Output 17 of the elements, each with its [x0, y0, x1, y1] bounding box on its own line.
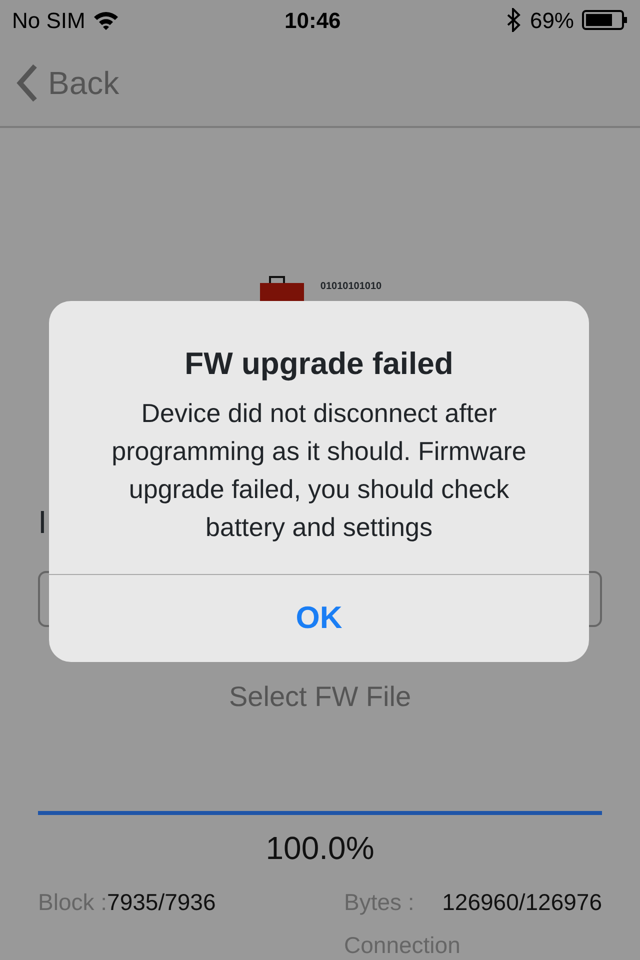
alert-message: Device did not disconnect after programming as it should. Firmware upgrade failed, you should check battery and settings [110, 396, 528, 544]
battery-percent: 69% [530, 6, 574, 34]
carrier-text: No SIM [12, 6, 86, 34]
bluetooth-icon [506, 8, 522, 32]
progress-percent: 100.0% [264, 829, 376, 867]
wifi-icon [93, 10, 120, 30]
clock-text: 10:46 [284, 6, 341, 34]
info-label: I [38, 503, 47, 542]
back-chevron-icon[interactable] [16, 64, 38, 102]
ok-button[interactable]: OK [49, 574, 589, 662]
binary-caption: 01010101010 [320, 280, 382, 294]
back-button[interactable]: Back [16, 59, 120, 107]
battery-icon [582, 10, 628, 30]
stat-value: 7935/7936 [107, 888, 216, 917]
select-file-button[interactable]: Select FW File [228, 677, 412, 717]
stat-value: 126960/126976 [442, 888, 602, 917]
alert-title: FW upgrade failed [184, 345, 454, 383]
